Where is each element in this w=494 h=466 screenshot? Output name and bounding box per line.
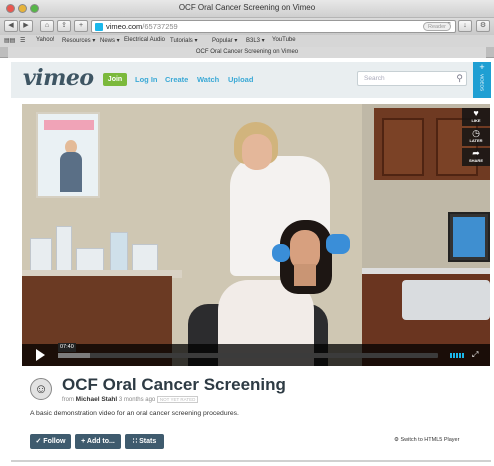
reading-list-icon[interactable]: ☰ [20,37,25,44]
url-path: /65737259 [142,22,178,31]
video-duration: 07:40 [58,343,76,352]
volume-control[interactable] [450,353,468,358]
progress-bar[interactable] [58,353,438,358]
upload-age: 3 months ago [118,397,156,403]
author-link[interactable]: Michael Stahl [76,396,118,403]
nav-watch[interactable]: Watch [197,75,219,84]
heart-icon: ♥ [473,108,479,118]
avatar[interactable]: ☺ [30,378,52,400]
video-description: A basic demonstration video for an oral … [30,410,239,417]
like-button[interactable]: ♥ LIKE [462,108,490,126]
supply-item [132,244,158,272]
later-label: LATER [469,138,483,143]
video-side-controls: ♥ LIKE ◷ LATER ➦ SHARE [462,104,490,166]
video-byline: from Michael Stahl 3 months ago NOT YET … [62,396,199,403]
search-icon[interactable]: ⚲ [456,73,463,84]
vimeo-header: vimeo Join Log In Create Watch Upload Se… [11,62,491,98]
supply-item [30,238,52,272]
video-frame-doctor-face [242,134,272,170]
search-input[interactable]: Search ⚲ [357,71,467,86]
video-controls: 07:40 ⤢ [22,343,490,366]
forward-button[interactable]: ▶ [19,20,33,32]
add-videos-label: VIDEOS [479,74,485,92]
address-bar[interactable]: vimeo.com/65737259 C [91,20,456,33]
url-text: vimeo.com/65737259 [106,22,178,31]
bookmark-item[interactable]: Yahoo! [36,37,55,43]
search-placeholder: Search [364,75,385,82]
video-frame-dental-unit [402,280,490,320]
video-frame-monitor [448,212,490,262]
bookmark-item[interactable]: Electrical Audio [124,37,165,43]
bookmark-item[interactable]: Resources ▾ [62,37,95,44]
settings-gear-icon[interactable]: ⚙ [476,20,490,32]
poster-person [60,152,82,192]
add-to-button[interactable]: + Add to... [75,434,121,449]
bookmark-item[interactable]: YouTube [272,37,296,43]
bookmark-item[interactable]: Tutorials ▾ [170,37,197,44]
monitor-screen [453,217,485,257]
play-icon[interactable] [36,349,45,361]
supply-item [76,248,104,272]
browser-toolbar: ◀ ▶ ⌂ ⇪ + vimeo.com/65737259 C Reader ↓ … [0,18,494,35]
follow-button[interactable]: ✓ Follow [30,434,71,449]
back-button[interactable]: ◀ [4,20,18,32]
vimeo-logo[interactable]: vimeo [23,65,94,91]
watch-later-button[interactable]: ◷ LATER [462,128,490,146]
bookmark-item[interactable]: Popular ▾ [212,37,237,44]
poster-heading-band [44,120,94,130]
bookmarks-bar: ▤▤ ☰ Yahoo! Resources ▾ News ▾ Electrica… [0,35,494,47]
nav-create[interactable]: Create [165,75,188,84]
add-videos-button[interactable]: + VIDEOS [473,62,491,98]
bookmark-item[interactable]: B3L3 ▾ [246,37,265,44]
share-icon: ➦ [472,148,480,158]
progress-loaded [58,353,90,358]
share-label: SHARE [468,158,483,163]
downloads-button[interactable]: ↓ [458,20,472,32]
video-frame-cabinet-door [382,118,424,176]
plus-icon: + [479,62,485,72]
byline-from: from [62,397,74,403]
switch-html5-player-link[interactable]: ⚙ Switch to HTML5 Player [394,437,459,443]
bookmark-item[interactable]: News ▾ [100,37,120,44]
stats-button[interactable]: ∷ Stats [125,434,164,449]
bookmarks-book-icon[interactable]: ▤▤ [4,37,15,44]
title-bar: OCF Oral Cancer Screening on Vimeo [0,0,494,18]
video-player[interactable]: ♥ LIKE ◷ LATER ➦ SHARE 07:40 ⤢ [22,104,490,366]
like-label: LIKE [471,118,481,123]
join-button[interactable]: Join [103,73,127,86]
video-frame-glove [272,244,290,262]
fullscreen-icon[interactable]: ⤢ [472,350,478,360]
home-icon[interactable]: ⌂ [40,20,54,32]
browser-window: OCF Oral Cancer Screening on Vimeo ◀ ▶ ⌂… [0,0,494,466]
reader-button[interactable]: Reader [423,22,451,31]
tab-active[interactable]: OCF Oral Cancer Screening on Vimeo [8,47,486,58]
bottom-divider [11,460,491,462]
url-domain: vimeo.com [106,22,143,31]
window-title: OCF Oral Cancer Screening on Vimeo [178,3,316,12]
supply-item [56,226,72,272]
clock-icon: ◷ [472,128,480,138]
add-bookmark-button[interactable]: + [74,20,88,32]
video-frame-patient-neck [294,264,316,286]
vimeo-favicon-icon [95,23,103,31]
video-frame-glove [326,234,350,254]
video-frame-poster [36,112,100,198]
tab-strip: OCF Oral Cancer Screening on Vimeo [0,47,494,58]
share-video-button[interactable]: ➦ SHARE [462,148,490,166]
rating-badge[interactable]: NOT YET RATED [156,396,199,403]
nav-upload[interactable]: Upload [228,75,253,84]
share-button[interactable]: ⇪ [57,20,71,32]
supply-item [110,232,128,272]
video-frame-supplies [30,218,160,272]
video-title: OCF Oral Cancer Screening [62,375,286,394]
nav-log-in[interactable]: Log In [135,75,158,84]
